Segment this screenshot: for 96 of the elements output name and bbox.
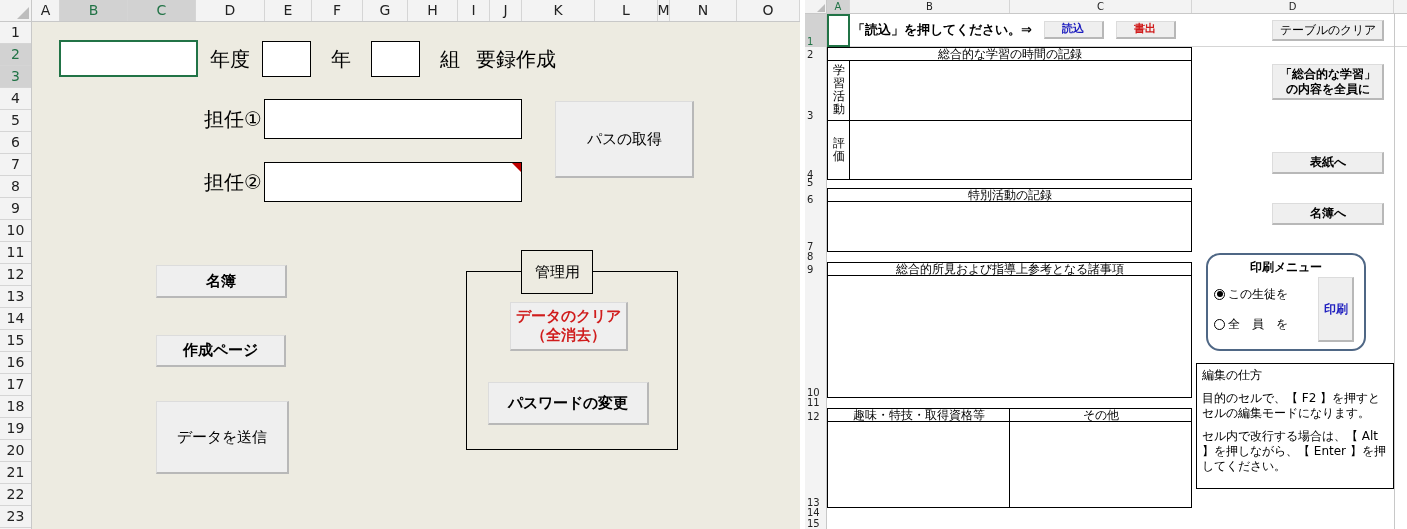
class-label: 組 [440, 45, 460, 73]
column-header[interactable]: H [408, 0, 458, 21]
column-header[interactable]: F [312, 0, 363, 21]
column-header[interactable]: N [670, 0, 737, 21]
print-menu-title: 印刷メニュー [1250, 259, 1322, 276]
row-header[interactable]: 1 [805, 14, 826, 47]
change-password-button[interactable]: パスワードの変更 [488, 382, 649, 425]
row-header[interactable]: 4 [805, 121, 826, 180]
selected-cell[interactable] [827, 14, 850, 47]
row-header[interactable]: 10 [0, 220, 31, 242]
grade-label: 年 [331, 45, 351, 73]
row-header[interactable]: 3 [0, 66, 31, 88]
help-title: 編集の仕方 [1202, 368, 1263, 383]
help-text: 目的のセルで、【 F2 】を押すとセルの編集モードになります。 [1202, 391, 1382, 421]
row-header[interactable]: 18 [0, 396, 31, 418]
column-header[interactable]: M [658, 0, 670, 21]
row-label: 学習活動 [832, 63, 845, 117]
row-header[interactable]: 13 [0, 286, 31, 308]
section-title: 特別活動の記録 [828, 189, 1191, 202]
load-button[interactable]: 読込 [1043, 21, 1104, 39]
copy-to-all-button[interactable]: 「総合的な学習」 の内容を全員に [1272, 64, 1384, 100]
row-header[interactable]: 17 [0, 374, 31, 396]
radio-button[interactable] [1214, 318, 1225, 330]
clear-table-button[interactable]: テーブルのクリア [1272, 19, 1384, 41]
row-label: 評価 [832, 136, 845, 163]
grade-input-field[interactable] [262, 40, 311, 77]
print-button[interactable]: 印刷 [1318, 277, 1354, 342]
send-data-button[interactable]: データを送信 [156, 401, 289, 474]
row-header[interactable]: 13 [805, 422, 826, 508]
row-header[interactable]: 9 [0, 198, 31, 220]
section-title: 総合的な学習の時間の記録 [828, 48, 1191, 61]
row-header[interactable]: 7 [0, 154, 31, 176]
create-page-button[interactable]: 作成ページ [156, 335, 286, 367]
instruction-text: 「読込」を押してください。⇒ [852, 21, 1032, 40]
row-header[interactable]: 4 [0, 88, 31, 110]
column-header[interactable]: K [522, 0, 595, 21]
row-header[interactable]: 5 [0, 110, 31, 132]
radio-label: この生徒を [1228, 286, 1288, 303]
get-path-button[interactable]: パスの取得 [555, 101, 694, 178]
column-header[interactable]: C [128, 0, 196, 21]
column-header[interactable]: B [60, 0, 128, 21]
row-header[interactable]: 6 [805, 188, 826, 205]
corner-triangle-icon [17, 7, 29, 19]
column-header[interactable]: A [827, 0, 850, 13]
column-header[interactable]: G [363, 0, 408, 21]
teacher-label: 担任① [203, 106, 262, 133]
radio-button[interactable] [1214, 288, 1225, 300]
admin-label: 管理用 [521, 250, 593, 294]
help-text: セル内で改行する場合は、【 Alt 】を押しながら、【 Enter 】を押してください。 [1202, 429, 1387, 474]
row-header[interactable]: 12 [805, 408, 826, 422]
teacher-name-field[interactable] [264, 162, 522, 202]
row-header[interactable]: 14 [805, 508, 826, 518]
column-header[interactable]: I [458, 0, 490, 21]
export-button[interactable]: 書出 [1115, 21, 1176, 39]
row-header[interactable]: 11 [805, 398, 826, 408]
radio-label: 全 員 を [1228, 316, 1288, 333]
row-header[interactable]: 20 [0, 440, 31, 462]
row-header[interactable]: 10 [805, 275, 826, 398]
column-title: その他 [1010, 409, 1191, 422]
row-header[interactable]: 3 [805, 60, 826, 121]
row-header[interactable]: 12 [0, 264, 31, 286]
column-title: 趣味・特技・取得資格等 [828, 409, 1009, 422]
column-header[interactable]: L [595, 0, 658, 21]
navigation-button[interactable]: 表紙へ [1272, 152, 1384, 174]
form-title: 要録作成 [476, 45, 556, 73]
row-header[interactable]: 21 [0, 462, 31, 484]
column-header[interactable]: E [265, 0, 312, 21]
column-header[interactable]: C [1010, 0, 1192, 13]
row-header[interactable]: 23 [0, 506, 31, 528]
row-header[interactable]: 2 [0, 44, 31, 66]
column-header[interactable]: J [490, 0, 522, 21]
row-header[interactable]: 16 [0, 352, 31, 374]
year-label: 年度 [210, 45, 250, 73]
row-header[interactable]: 8 [0, 176, 31, 198]
column-header[interactable]: B [850, 0, 1010, 13]
clear-data-button[interactable]: データのクリア （全消去） [509, 302, 628, 351]
row-header[interactable]: 8 [805, 252, 826, 262]
section-title: 総合的所見および指導上参考となる諸事項 [828, 263, 1191, 276]
column-header[interactable]: D [196, 0, 265, 21]
class-input-field[interactable] [371, 40, 420, 77]
row-header[interactable]: 15 [805, 518, 826, 529]
row-header[interactable]: 11 [0, 242, 31, 264]
row-header[interactable]: 15 [0, 330, 31, 352]
row-header[interactable]: 9 [805, 262, 826, 275]
row-header[interactable]: 19 [0, 418, 31, 440]
column-header[interactable]: D [1192, 0, 1394, 13]
row-header[interactable]: 22 [0, 484, 31, 506]
roster-button[interactable]: 名簿 [156, 265, 287, 298]
row-header[interactable]: 6 [0, 132, 31, 154]
row-header[interactable]: 14 [0, 308, 31, 330]
year-input-field[interactable] [59, 40, 198, 77]
teacher-label: 担任② [203, 169, 262, 196]
row-header[interactable]: 7 [805, 205, 826, 252]
row-header[interactable]: 2 [805, 47, 826, 60]
navigation-button[interactable]: 名簿へ [1272, 203, 1384, 225]
teacher-name-field[interactable] [264, 99, 522, 139]
